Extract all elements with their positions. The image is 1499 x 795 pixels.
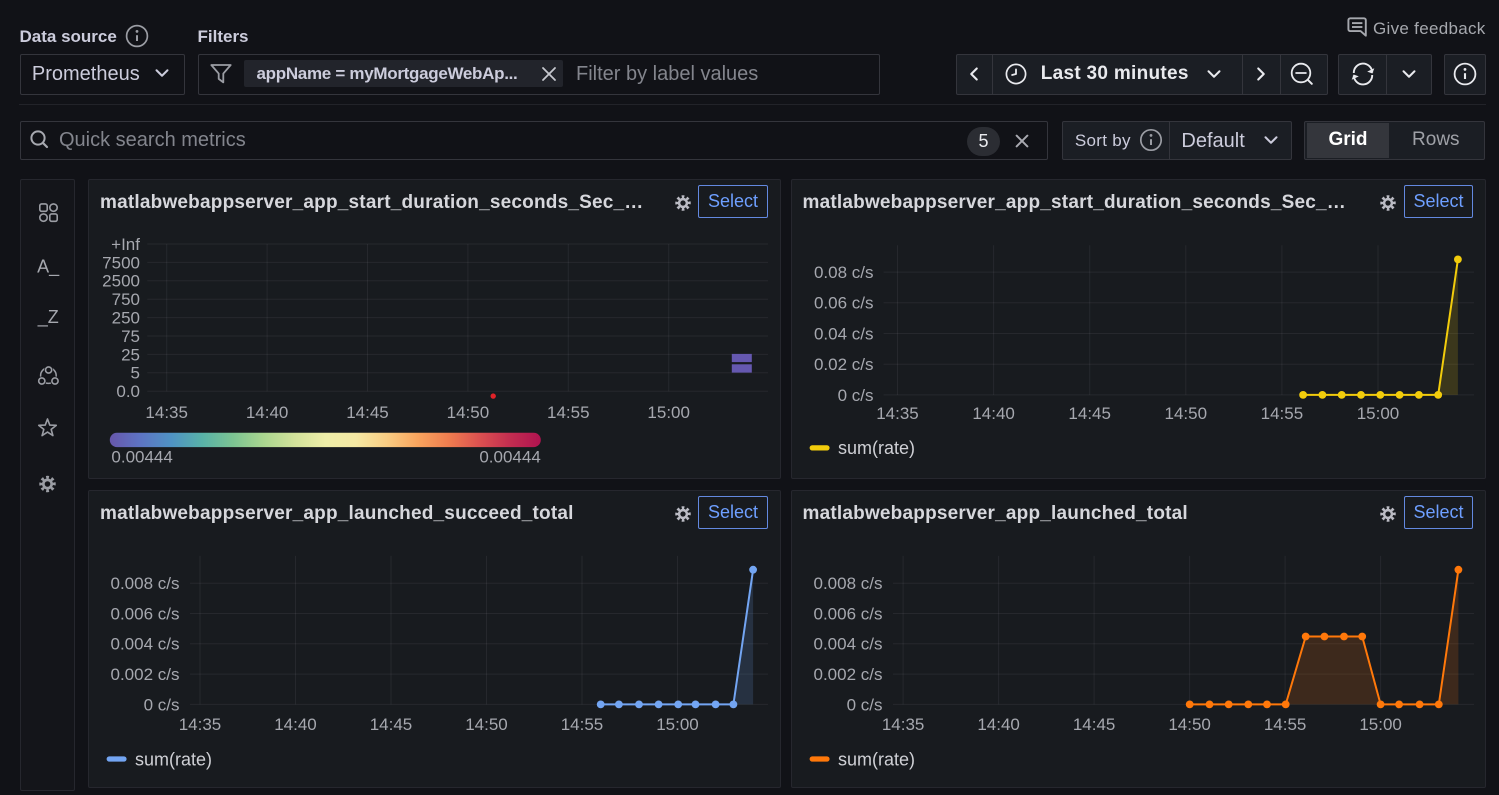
- svg-text:A_: A_: [37, 257, 60, 278]
- svg-text:14:45: 14:45: [1072, 715, 1115, 734]
- svg-text:15:00: 15:00: [1356, 404, 1399, 423]
- svg-text:14:45: 14:45: [370, 715, 413, 734]
- svg-text:0.006 c/s: 0.006 c/s: [813, 605, 882, 624]
- svg-text:sum(rate): sum(rate): [135, 750, 212, 770]
- svg-text:7500: 7500: [102, 254, 140, 273]
- svg-text:sum(rate): sum(rate): [838, 750, 915, 770]
- svg-text:14:40: 14:40: [972, 404, 1015, 423]
- svg-text:0.008 c/s: 0.008 c/s: [111, 574, 180, 593]
- svg-text:14:35: 14:35: [145, 403, 188, 422]
- svg-text:14:50: 14:50: [1168, 715, 1211, 734]
- svg-text:14:40: 14:40: [977, 715, 1020, 734]
- svg-text:0.06 c/s: 0.06 c/s: [813, 294, 873, 313]
- svg-text:14:50: 14:50: [465, 715, 508, 734]
- svg-text:0.00444: 0.00444: [111, 448, 172, 467]
- svg-text:25: 25: [121, 346, 140, 365]
- svg-text:14:40: 14:40: [246, 403, 289, 422]
- svg-text:0.00444: 0.00444: [479, 448, 540, 467]
- svg-text:14:35: 14:35: [179, 715, 222, 734]
- svg-text:15:00: 15:00: [1359, 715, 1402, 734]
- svg-text:2500: 2500: [102, 272, 140, 291]
- svg-text:sum(rate): sum(rate): [838, 439, 915, 459]
- svg-text:_Z: _Z: [36, 307, 58, 328]
- svg-text:0 c/s: 0 c/s: [144, 696, 180, 715]
- svg-text:0.002 c/s: 0.002 c/s: [111, 665, 180, 684]
- svg-text:+Inf: +Inf: [111, 235, 140, 254]
- svg-text:0.08 c/s: 0.08 c/s: [813, 263, 873, 282]
- svg-text:0.008 c/s: 0.008 c/s: [813, 574, 882, 593]
- svg-text:0.0: 0.0: [116, 382, 140, 401]
- svg-text:14:50: 14:50: [447, 403, 490, 422]
- svg-text:14:40: 14:40: [274, 715, 317, 734]
- svg-text:250: 250: [112, 309, 140, 328]
- svg-text:14:45: 14:45: [1068, 404, 1111, 423]
- svg-text:750: 750: [112, 290, 140, 309]
- svg-text:14:55: 14:55: [561, 715, 604, 734]
- svg-text:14:50: 14:50: [1164, 404, 1207, 423]
- svg-text:14:35: 14:35: [881, 715, 924, 734]
- svg-text:15:00: 15:00: [647, 403, 690, 422]
- svg-text:14:55: 14:55: [1263, 715, 1306, 734]
- svg-text:0.004 c/s: 0.004 c/s: [813, 635, 882, 654]
- svg-text:0.004 c/s: 0.004 c/s: [111, 635, 180, 654]
- svg-text:14:55: 14:55: [547, 403, 590, 422]
- svg-text:75: 75: [121, 327, 140, 346]
- svg-text:0.002 c/s: 0.002 c/s: [813, 665, 882, 684]
- svg-text:5: 5: [131, 364, 140, 383]
- svg-text:0.02 c/s: 0.02 c/s: [813, 355, 873, 374]
- svg-text:14:35: 14:35: [876, 404, 919, 423]
- svg-text:14:55: 14:55: [1260, 404, 1303, 423]
- svg-text:14:45: 14:45: [346, 403, 389, 422]
- svg-text:0 c/s: 0 c/s: [837, 386, 873, 405]
- svg-text:0 c/s: 0 c/s: [846, 696, 882, 715]
- svg-text:0.04 c/s: 0.04 c/s: [813, 325, 873, 344]
- svg-text:15:00: 15:00: [656, 715, 699, 734]
- svg-text:0.006 c/s: 0.006 c/s: [111, 605, 180, 624]
